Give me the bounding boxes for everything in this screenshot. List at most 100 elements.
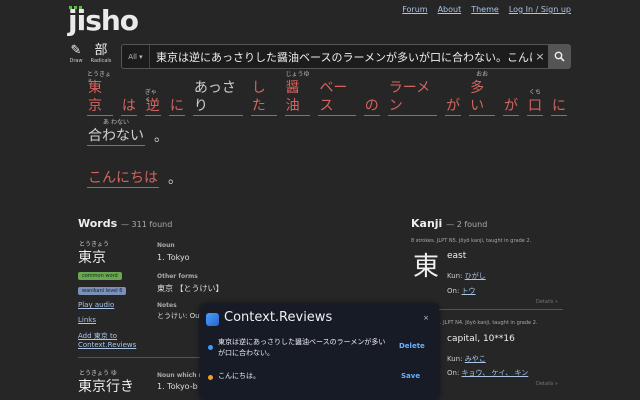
kun-label: Kun:	[447, 355, 463, 363]
sentence-line: あ わない合わない。	[87, 116, 567, 146]
token-word: あっさり	[192, 79, 243, 116]
nav-login[interactable]: Log In / Sign up	[509, 5, 571, 14]
words-count: — 311 found	[121, 220, 173, 229]
kun-label: Kun:	[447, 272, 463, 280]
common-word-badge: common word	[78, 272, 122, 280]
kanji-kun-reading: Kun: みやこ	[447, 354, 486, 364]
wanikani-badge: wanikani level 6	[78, 287, 127, 295]
kanji-on-reading: On: キョウ、 ケイ、 キン	[447, 368, 528, 378]
token-word: ラーメン	[387, 79, 438, 116]
words-title: Words	[78, 217, 118, 230]
token-word: 。	[168, 171, 182, 187]
on-label: On:	[447, 369, 460, 377]
sentence-token[interactable]: 。	[167, 162, 183, 188]
sentence-token[interactable]: の	[363, 89, 380, 116]
notes-text: とうけい: Out	[157, 312, 203, 320]
token-furigana: おお	[476, 71, 489, 78]
sentence-token[interactable]: おお 多い	[469, 71, 495, 116]
popup-title: Context.Reviews	[224, 310, 333, 325]
sentence-token[interactable]: あ わない 合わない	[87, 119, 145, 146]
sentence-token[interactable]: が	[503, 89, 519, 116]
pos-label: Noun which m	[157, 372, 205, 379]
sentence-breakdown: とうきょう 東京はぎゃく逆にあっさり した じょうゆ 醤油 ベースのラーメンがおお 多いがく…	[87, 71, 567, 188]
token-word: は	[120, 98, 137, 116]
sentence-token[interactable]: ベース	[318, 71, 356, 116]
sentence-token[interactable]: とうきょう 東京	[87, 71, 113, 116]
add-to-context-reviews-link[interactable]: Add 東京 to	[78, 331, 117, 341]
sentence-line: とうきょう 東京はぎゃく逆にあっさり した じょうゆ 醤油 ベースのラーメンがおお 多いがく…	[87, 71, 567, 116]
kanji-kun-reading: Kun: ひがし	[447, 271, 486, 281]
sentence-token[interactable]: こんにちは	[87, 161, 159, 188]
meaning-text: 1. Tokyo	[157, 253, 190, 262]
kanji-on-reading: On: トウ	[447, 286, 476, 296]
token-furigana: くち	[528, 89, 541, 96]
search-button[interactable]	[548, 45, 570, 68]
token-word: 多い	[469, 79, 495, 116]
add-to-context-reviews-link-2[interactable]: Context.Reviews	[78, 341, 136, 349]
radicals-button[interactable]: 部 Radicals	[90, 43, 112, 65]
radical-icon: 部	[94, 43, 108, 58]
search-icon	[554, 51, 565, 62]
search-bar: All ▾ 東京は逆にあっさりした醤油ベースのラーメンが多いが口に合わない。こん…	[121, 44, 571, 69]
search-input[interactable]: 東京は逆にあっさりした醤油ベースのラーメンが多いが口に合わない。こんにちは。	[150, 49, 532, 65]
on-reading-link[interactable]: トウ	[462, 287, 476, 295]
meaning-text: 1. Tokyo-b	[157, 382, 198, 391]
other-forms-text: 東京 【とうけい】	[157, 284, 224, 293]
kanji-heading: Kanji — 2 found	[411, 217, 487, 230]
kanji-title: Kanji	[411, 217, 443, 230]
sentence-line: こんにちは。	[87, 158, 567, 188]
draw-label: Draw	[69, 58, 83, 64]
kanji-meaning: east	[447, 251, 467, 261]
kanji-meaning: capital, 10**16	[447, 334, 515, 344]
sentence-token[interactable]: に	[168, 89, 185, 116]
kanji-character[interactable]: 東	[413, 246, 439, 283]
word-text: 東京	[78, 250, 106, 266]
nav-forum[interactable]: Forum	[402, 5, 427, 14]
kun-reading-link[interactable]: ひがし	[465, 272, 486, 280]
on-label: On:	[447, 287, 460, 295]
token-word: の	[363, 98, 380, 116]
token-word: ベース	[318, 79, 356, 116]
kun-reading-link[interactable]: みやこ	[465, 355, 486, 363]
save-button[interactable]: Save	[401, 372, 420, 380]
sentence-token[interactable]: ぎゃく逆	[144, 89, 161, 116]
token-word: 口	[527, 98, 543, 116]
close-icon[interactable]: ×	[423, 314, 429, 322]
kanji-details-link[interactable]: Details »	[536, 381, 558, 387]
play-audio-link[interactable]: Play audio	[78, 301, 114, 309]
sentence-status-dot	[208, 375, 213, 380]
token-word: 合わない	[87, 128, 145, 146]
radicals-label: Radicals	[90, 58, 112, 64]
token-furigana: とうきょう	[87, 71, 112, 86]
token-word: 逆	[144, 98, 161, 116]
saved-sentence-text: 東京は逆にあっさりした醤油ベースのラーメンが多いが口に合わない。	[218, 338, 386, 357]
sentence-token[interactable]: くち口	[527, 89, 543, 116]
search-scope-select[interactable]: All ▾	[122, 45, 150, 68]
nav-about[interactable]: About	[438, 5, 462, 14]
sentence-token[interactable]: ラーメン	[387, 71, 438, 116]
other-forms-label: Other forms	[157, 273, 198, 280]
links-link[interactable]: Links	[78, 316, 96, 324]
sentence-token[interactable]: じょうゆ 醤油	[284, 71, 311, 116]
sentence-token[interactable]: した	[250, 71, 277, 116]
jisho-logo[interactable]: jisho	[68, 4, 139, 37]
sentence-token[interactable]: 。	[153, 120, 169, 146]
token-word: 。	[154, 129, 168, 145]
nav-theme[interactable]: Theme	[471, 5, 499, 14]
on-reading-link[interactable]: キョウ、 ケイ、 キン	[462, 369, 529, 377]
sentence-token[interactable]: あっさり	[192, 71, 243, 116]
sentence-token[interactable]: に	[551, 89, 567, 116]
pending-sentence-text: こんにちは。	[218, 372, 260, 380]
kanji-details-link[interactable]: Details »	[536, 299, 558, 305]
delete-button[interactable]: Delete	[399, 342, 425, 350]
token-furigana: あ わない	[103, 119, 129, 126]
clear-icon[interactable]: ×	[532, 50, 548, 63]
notes-label: Notes	[157, 302, 177, 309]
token-word: 東京	[87, 79, 113, 116]
words-heading: Words — 311 found	[78, 217, 172, 230]
sentence-token[interactable]: が	[445, 89, 462, 116]
sentence-token[interactable]: は	[120, 89, 137, 116]
draw-button[interactable]: ✎ Draw	[65, 43, 87, 65]
pencil-icon: ✎	[70, 43, 82, 58]
pos-label: Noun	[157, 242, 175, 249]
